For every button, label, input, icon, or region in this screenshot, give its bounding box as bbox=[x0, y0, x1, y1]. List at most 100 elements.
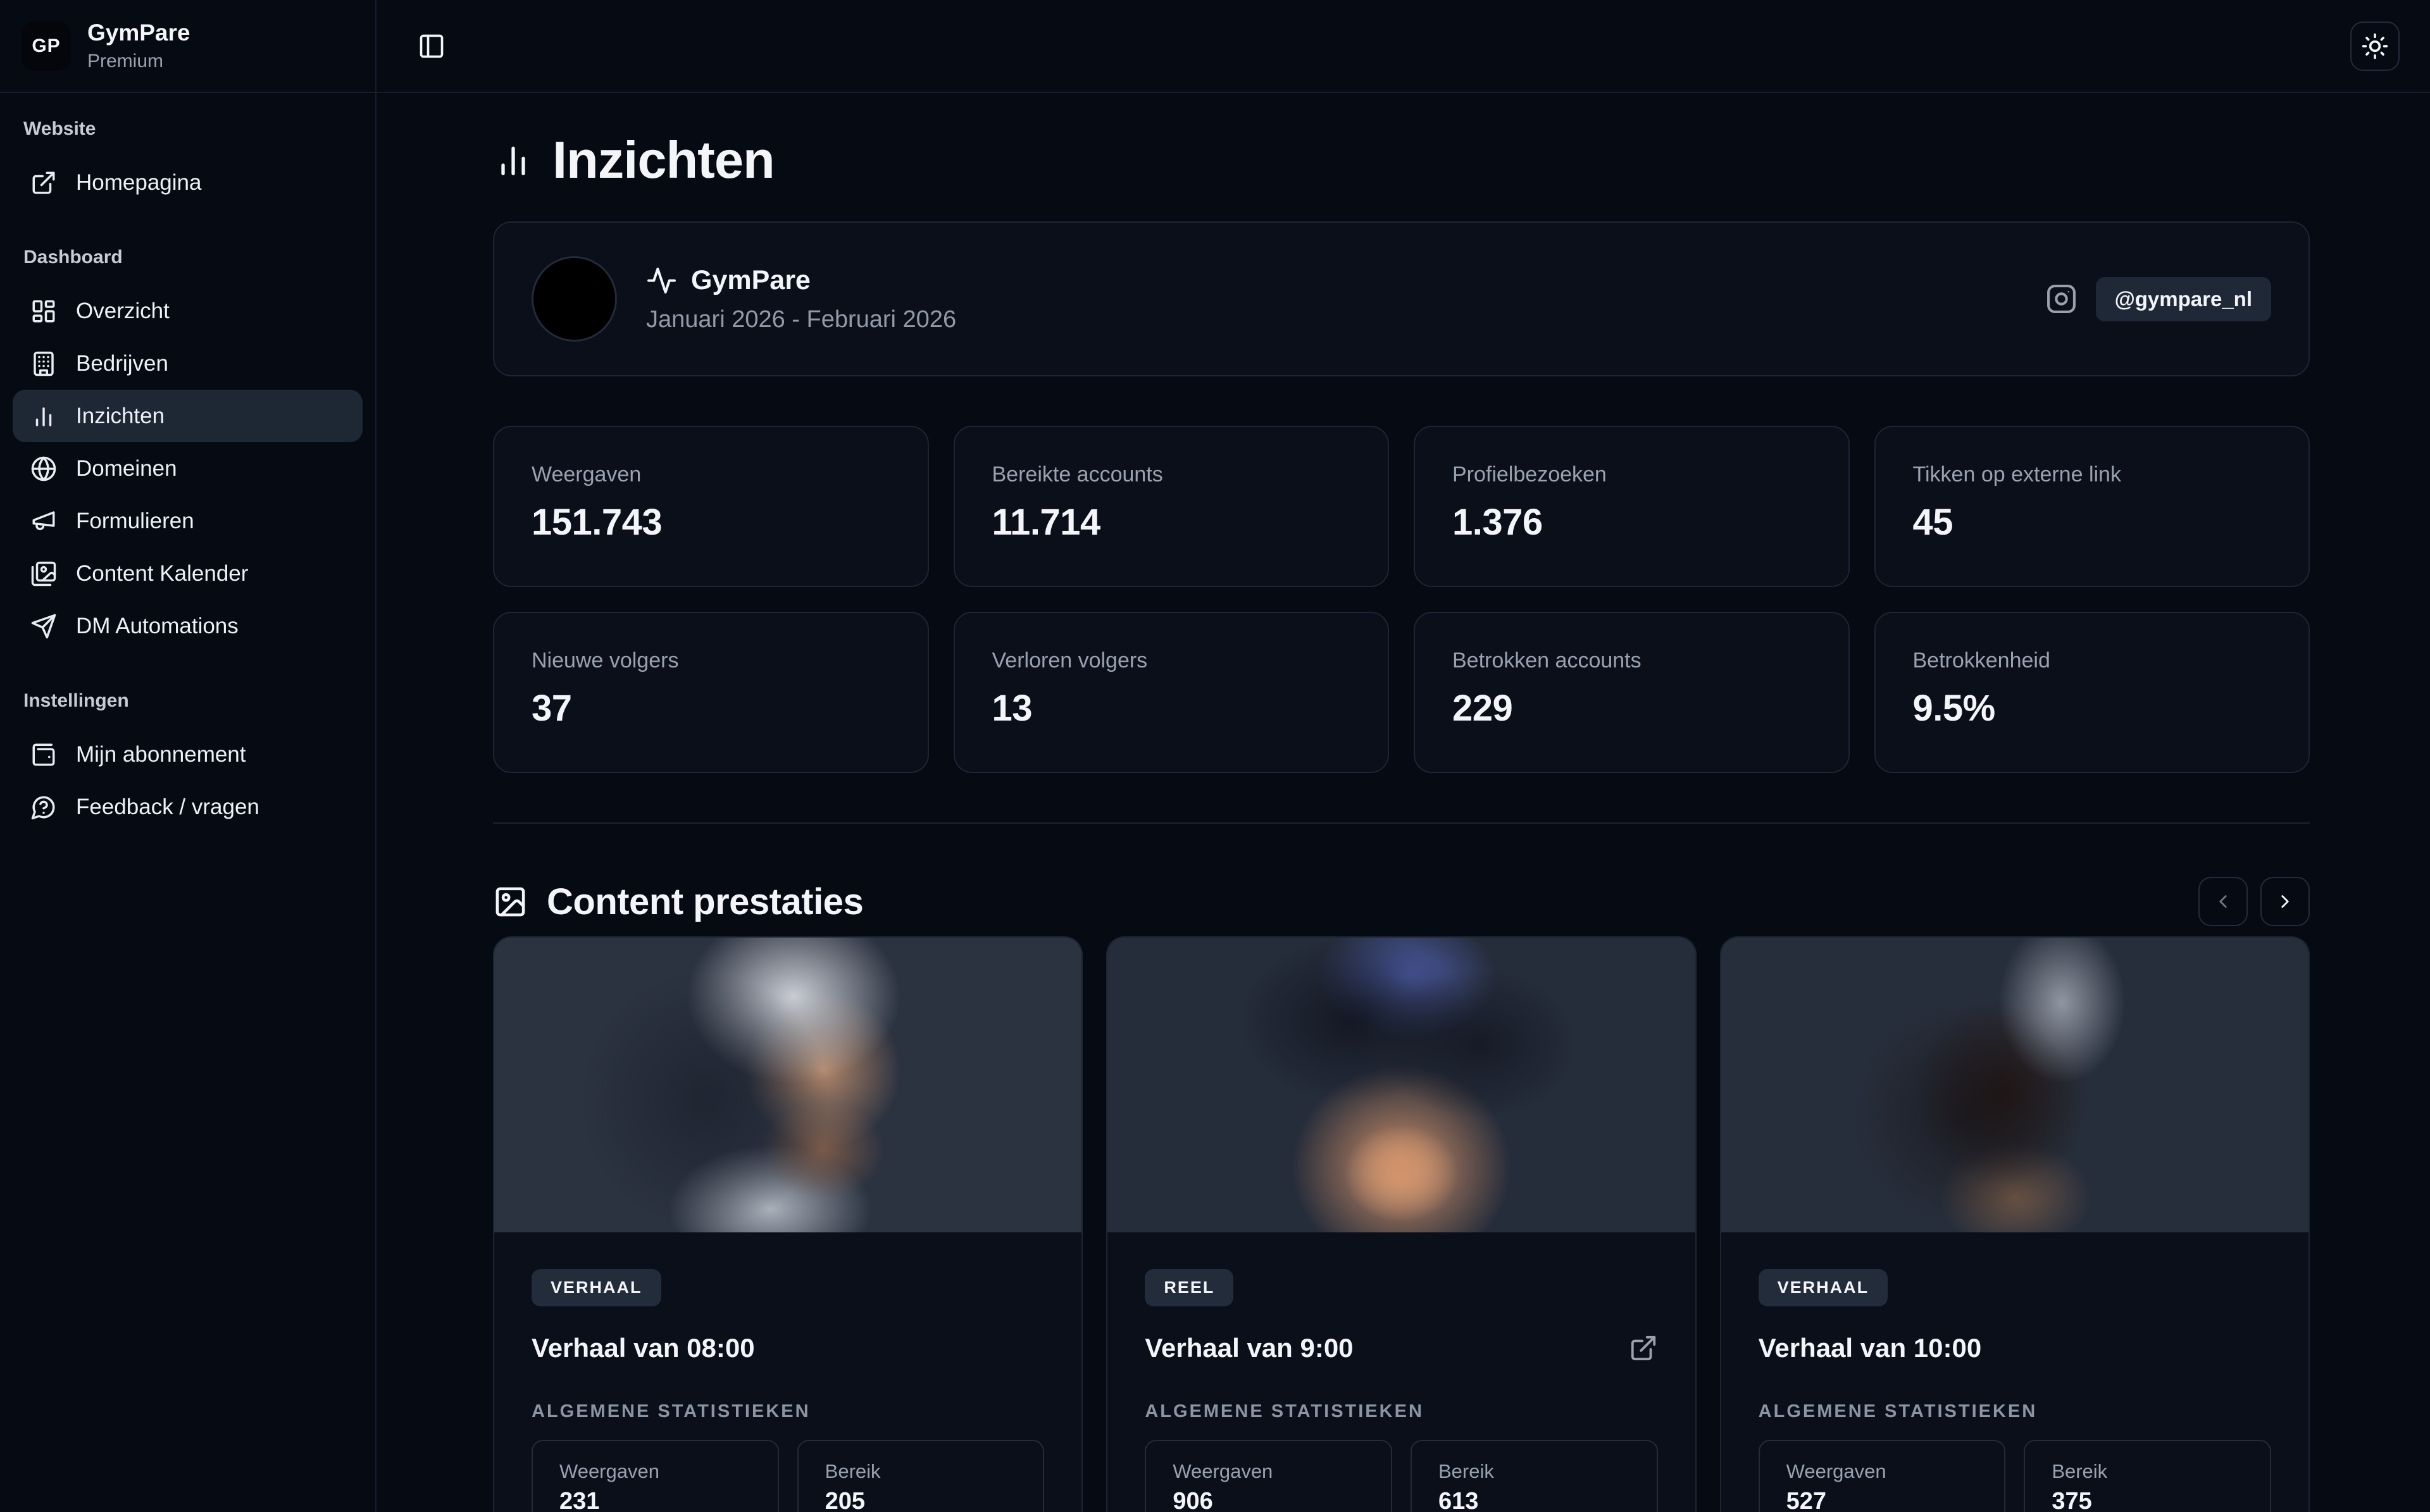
profile-name-row: GymPare bbox=[646, 265, 956, 296]
stat-value: 9.5% bbox=[1913, 687, 2272, 729]
mini-stat-label: Bereik bbox=[825, 1460, 1017, 1483]
mini-stat-value: 375 bbox=[2052, 1488, 2243, 1512]
chevron-right-icon bbox=[2274, 891, 2296, 912]
post-image bbox=[1721, 938, 2308, 1232]
theme-toggle-button[interactable] bbox=[2350, 22, 2400, 71]
sun-icon bbox=[2361, 32, 2389, 60]
instagram-handle-badge[interactable]: @gympare_nl bbox=[2096, 277, 2271, 321]
avatar bbox=[532, 256, 617, 342]
sidebar-item-content-kalender[interactable]: Content Kalender bbox=[13, 547, 363, 600]
sidebar-item-formulieren[interactable]: Formulieren bbox=[13, 495, 363, 547]
sidebar-section-dashboard: Dashboard Overzicht Bedrijven Inzichten … bbox=[13, 247, 363, 652]
post-stats-section-label: ALGEMENE STATISTIEKEN bbox=[1145, 1401, 1657, 1422]
sidebar-item-bedrijven[interactable]: Bedrijven bbox=[13, 337, 363, 390]
post-body: VERHAAL Verhaal van 08:00 ALGEMENE STATI… bbox=[494, 1232, 1081, 1512]
sidebar-item-label: Bedrijven bbox=[76, 351, 168, 376]
content-performance-title-row: Content prestaties bbox=[493, 881, 863, 923]
send-icon bbox=[30, 613, 57, 640]
sidebar-item-dm-automations[interactable]: DM Automations bbox=[13, 600, 363, 652]
help-chat-icon bbox=[30, 794, 57, 821]
carousel-next-button[interactable] bbox=[2260, 877, 2310, 926]
brand-name: GymPare bbox=[87, 20, 190, 47]
mini-stat-label: Bereik bbox=[2052, 1460, 2243, 1483]
image-icon bbox=[493, 884, 528, 919]
globe-icon bbox=[30, 455, 57, 482]
sidebar-item-domeinen[interactable]: Domeinen bbox=[13, 442, 363, 495]
mini-stat-value: 205 bbox=[825, 1488, 1017, 1512]
sidebar-section-instellingen: Instellingen Mijn abonnement Feedback / … bbox=[13, 690, 363, 833]
mini-stat-value: 613 bbox=[1438, 1488, 1630, 1512]
post-title: Verhaal van 08:00 bbox=[532, 1333, 755, 1363]
stat-card-betrokken-accounts: Betrokken accounts 229 bbox=[1414, 612, 1850, 773]
instagram-icon bbox=[2046, 283, 2077, 314]
profile-name: GymPare bbox=[691, 265, 811, 296]
content-card-verhaal-0900[interactable]: REEL Verhaal van 9:00 ALGEMENE STATISTIE… bbox=[1106, 936, 1696, 1512]
stat-label: Betrokkenheid bbox=[1913, 648, 2272, 673]
megaphone-icon bbox=[30, 508, 57, 535]
stat-value: 1.376 bbox=[1452, 501, 1811, 543]
mini-stat-label: Weergaven bbox=[1173, 1460, 1364, 1483]
mini-stat-bereik: Bereik 205 bbox=[797, 1440, 1045, 1512]
activity-icon bbox=[646, 265, 677, 296]
post-stats: Weergaven 527 Bereik 375 bbox=[1759, 1440, 2271, 1512]
sidebar-item-label: Homepagina bbox=[76, 170, 201, 195]
post-title: Verhaal van 9:00 bbox=[1145, 1333, 1353, 1363]
sidebar-section-website: Website Homepagina bbox=[13, 118, 363, 209]
mini-stat-value: 906 bbox=[1173, 1488, 1364, 1512]
carousel-pager bbox=[2198, 877, 2310, 926]
section-label: Dashboard bbox=[13, 247, 363, 268]
chevron-left-icon bbox=[2212, 891, 2234, 912]
sidebar-header: GP GymPare Premium bbox=[0, 0, 375, 93]
post-stats: Weergaven 906 Bereik 613 bbox=[1145, 1440, 1657, 1512]
brand-initials: GP bbox=[32, 35, 60, 57]
stat-card-verloren-volgers: Verloren volgers 13 bbox=[954, 612, 1390, 773]
post-title-row: Verhaal van 08:00 bbox=[532, 1333, 1044, 1363]
main-area: Inzichten GymPare Januari 2026 - Februar… bbox=[377, 0, 2430, 1512]
post-body: REEL Verhaal van 9:00 ALGEMENE STATISTIE… bbox=[1107, 1232, 1695, 1512]
stat-value: 229 bbox=[1452, 687, 1811, 729]
sidebar-item-label: Feedback / vragen bbox=[76, 795, 259, 820]
post-type-badge: REEL bbox=[1145, 1269, 1233, 1306]
content-card-verhaal-1000[interactable]: VERHAAL Verhaal van 10:00 ALGEMENE STATI… bbox=[1720, 936, 2310, 1512]
page-title-text: Inzichten bbox=[552, 133, 775, 186]
bar-chart-icon bbox=[30, 403, 57, 430]
sidebar-item-inzichten[interactable]: Inzichten bbox=[13, 390, 363, 442]
post-image bbox=[1107, 938, 1695, 1232]
stat-card-bereikte-accounts: Bereikte accounts 11.714 bbox=[954, 426, 1390, 587]
post-type-badge: VERHAAL bbox=[532, 1269, 661, 1306]
content-card-verhaal-0800[interactable]: VERHAAL Verhaal van 08:00 ALGEMENE STATI… bbox=[493, 936, 1083, 1512]
sidebar-nav: Website Homepagina Dashboard Overzicht B… bbox=[0, 93, 375, 858]
sidebar-item-label: Content Kalender bbox=[76, 561, 248, 586]
profile-info: GymPare Januari 2026 - Februari 2026 bbox=[532, 256, 956, 342]
sidebar: GP GymPare Premium Website Homepagina Da… bbox=[0, 0, 377, 1512]
mini-stat-weergaven: Weergaven 527 bbox=[1759, 1440, 2006, 1512]
sidebar-item-mijn-abonnement[interactable]: Mijn abonnement bbox=[13, 728, 363, 781]
stat-value: 151.743 bbox=[532, 501, 890, 543]
post-body: VERHAAL Verhaal van 10:00 ALGEMENE STATI… bbox=[1721, 1232, 2308, 1512]
mini-stat-label: Weergaven bbox=[1786, 1460, 1978, 1483]
external-link-icon bbox=[30, 170, 57, 196]
stat-label: Nieuwe volgers bbox=[532, 648, 890, 673]
panel-left-icon bbox=[418, 32, 446, 60]
stat-card-weergaven: Weergaven 151.743 bbox=[493, 426, 929, 587]
sidebar-item-overzicht[interactable]: Overzicht bbox=[13, 285, 363, 337]
stat-label: Betrokken accounts bbox=[1452, 648, 1811, 673]
sidebar-item-label: Mijn abonnement bbox=[76, 742, 246, 767]
topbar bbox=[377, 0, 2430, 93]
sidebar-item-label: Domeinen bbox=[76, 456, 177, 481]
sidebar-item-feedback-vragen[interactable]: Feedback / vragen bbox=[13, 781, 363, 833]
stat-value: 13 bbox=[992, 687, 1351, 729]
profile-period: Januari 2026 - Februari 2026 bbox=[646, 306, 956, 333]
mini-stat-label: Weergaven bbox=[559, 1460, 751, 1483]
section-label: Website bbox=[13, 118, 363, 140]
section-divider bbox=[493, 822, 2310, 824]
sidebar-item-homepagina[interactable]: Homepagina bbox=[13, 156, 363, 209]
profile-card: GymPare Januari 2026 - Februari 2026 @gy… bbox=[493, 221, 2310, 376]
brand-text: GymPare Premium bbox=[87, 20, 190, 72]
sidebar-toggle-button[interactable] bbox=[407, 22, 456, 71]
carousel-prev-button[interactable] bbox=[2198, 877, 2248, 926]
stat-label: Bereikte accounts bbox=[992, 462, 1351, 487]
content-performance-title: Content prestaties bbox=[547, 881, 863, 923]
external-link-icon[interactable] bbox=[1629, 1334, 1658, 1363]
sidebar-item-label: Inzichten bbox=[76, 404, 165, 429]
